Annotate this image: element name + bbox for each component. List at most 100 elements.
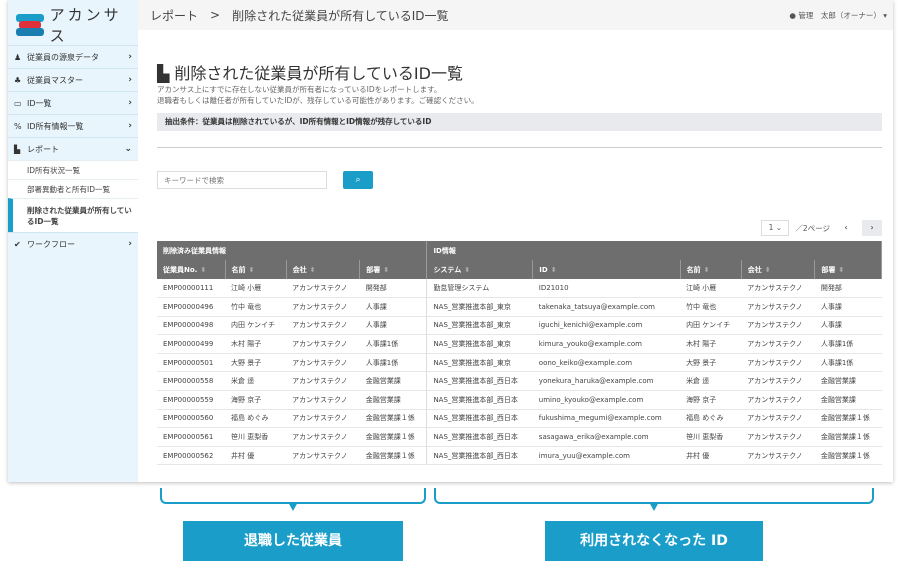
table-cell: 人事課 bbox=[814, 297, 882, 317]
table-cell: 福島 めぐみ bbox=[225, 409, 287, 429]
user-menu[interactable]: ● 管理 太郎（オーナー） ▾ bbox=[789, 10, 887, 21]
table-cell: NAS_営業推進本部_東京 bbox=[426, 353, 533, 373]
link-icon: % bbox=[14, 121, 22, 131]
sort-icon: ⬍ bbox=[383, 265, 390, 274]
nav-label: レポート bbox=[27, 144, 59, 154]
sidebar: アカンサス ♟ 従業員の源泉データ › ♣ 従業員マスター › ▭ ID一覧 ›% ID所有情報一… bbox=[8, 0, 138, 482]
sort-icon: ⬍ bbox=[838, 265, 845, 274]
chevron-icon: ⌄ bbox=[124, 144, 132, 154]
sort-icon: ⬍ bbox=[200, 265, 207, 274]
table-cell: 井村 優 bbox=[680, 446, 742, 466]
table-cell: iguchi_kenichi@example.com bbox=[532, 316, 681, 336]
column-header[interactable]: 部署 ⬍ bbox=[814, 260, 882, 279]
table-cell: EMP00000499 bbox=[157, 334, 226, 354]
table-cell: アカンサステクノ bbox=[741, 334, 815, 354]
table-row[interactable]: EMP00000561 笹川 恵梨香 アカンサステクノ 金融営業課１係 NAS_営業推進… bbox=[157, 427, 882, 447]
table-cell: 金融営業課 bbox=[359, 390, 428, 410]
table-cell: アカンサステクノ bbox=[741, 316, 815, 336]
column-header[interactable]: 部署 ⬍ bbox=[359, 260, 428, 279]
table-cell: アカンサステクノ bbox=[286, 353, 360, 373]
nav-label: ワークフロー bbox=[27, 239, 75, 249]
callout-unused-id: 利用されなくなった ID bbox=[545, 521, 763, 561]
search-input[interactable] bbox=[157, 171, 327, 189]
sidebar-item[interactable]: ♣ 従業員マスター › bbox=[8, 68, 138, 91]
table-cell: 金融営業課１係 bbox=[359, 427, 428, 447]
column-header[interactable]: 名前 ⬍ bbox=[680, 260, 742, 279]
caret-down-icon: ▾ bbox=[883, 11, 887, 20]
sidebar-item[interactable]: ▭ ID一覧 › bbox=[8, 91, 138, 114]
prev-page-button[interactable]: ‹ bbox=[836, 220, 856, 236]
sort-icon: ⬍ bbox=[464, 265, 471, 274]
table-cell: 人事課1係 bbox=[814, 353, 882, 373]
page-title: ▙ 削除された従業員が所有しているID一覧 bbox=[157, 60, 463, 84]
table-cell: EMP00000558 bbox=[157, 371, 226, 392]
column-header[interactable]: 会社 ⬍ bbox=[741, 260, 816, 279]
table-cell: アカンサステクノ bbox=[286, 297, 360, 317]
table-cell: imura_yuu@example.com bbox=[532, 446, 681, 466]
table-row[interactable]: EMP00000498 内田 ケンイチ アカンサステクノ 人事課 NAS_営業推進本部_… bbox=[157, 316, 882, 336]
table-row[interactable]: EMP00000560 福島 めぐみ アカンサステクノ 金融営業課１係 NAS_営業推進… bbox=[157, 409, 882, 429]
breadcrumb-parent[interactable]: レポート bbox=[150, 7, 198, 24]
sidebar-subitem[interactable]: ID所有状況一覧 bbox=[8, 160, 138, 179]
logo[interactable]: アカンサス bbox=[16, 4, 138, 46]
page-select[interactable]: 1 ⌄ bbox=[761, 220, 790, 236]
sidebar-item-workflow[interactable]: ✔ ワークフロー › bbox=[8, 232, 138, 255]
column-header[interactable]: 従業員No. ⬍ bbox=[157, 260, 226, 279]
page-description: アカンサス上にすでに存在しない従業員が所有者になっているIDをレポートします。退… bbox=[157, 84, 479, 106]
sidebar-item[interactable]: % ID所有情報一覧 › bbox=[8, 114, 138, 137]
table-cell: EMP00000111 bbox=[157, 279, 226, 299]
table-cell: アカンサステクノ bbox=[741, 371, 815, 392]
search-button[interactable]: ⌕ bbox=[343, 171, 373, 189]
table-cell: 江崎 小雁 bbox=[225, 279, 287, 299]
table-cell: 開発部 bbox=[814, 279, 882, 299]
table-cell: 米倉 遥 bbox=[680, 371, 742, 392]
column-label: システム bbox=[433, 265, 462, 274]
table-row[interactable]: EMP00000559 海野 京子 アカンサステクノ 金融営業課 NAS_営業推進本部_… bbox=[157, 390, 882, 410]
table-cell: 人事課1係 bbox=[359, 334, 428, 354]
column-header[interactable]: システム ⬍ bbox=[426, 260, 534, 279]
table-row[interactable]: EMP00000499 木村 陽子 アカンサステクノ 人事課1係 NAS_営業推進本部_… bbox=[157, 334, 882, 354]
table-cell: アカンサステクノ bbox=[286, 371, 360, 392]
next-page-button[interactable]: › bbox=[862, 220, 882, 236]
chevron-icon: › bbox=[128, 75, 132, 85]
sidebar-item[interactable]: ♟ 従業員の源泉データ › bbox=[8, 45, 138, 68]
sidebar-subitem[interactable]: 削除された従業員が所有しているID一覧 bbox=[8, 198, 138, 232]
table-cell: アカンサステクノ bbox=[286, 279, 360, 299]
table-cell: アカンサステクノ bbox=[741, 353, 815, 373]
table-cell: NAS_営業推進本部_西日本 bbox=[426, 427, 533, 447]
breadcrumb-separator: > bbox=[210, 8, 221, 22]
table-cell: EMP00000562 bbox=[157, 446, 226, 466]
table-cell: 内田 ケンイチ bbox=[680, 316, 742, 336]
table-row[interactable]: EMP00000558 米倉 遥アカンサステクノ 金融営業課 NAS_営業推進本部_西… bbox=[157, 371, 882, 392]
table-cell: 金融営業課１係 bbox=[814, 446, 882, 466]
table-cell: アカンサステクノ bbox=[286, 390, 360, 410]
id-card-icon: ▭ bbox=[14, 98, 22, 108]
column-header[interactable]: 名前 ⬍ bbox=[225, 260, 287, 279]
logo-icon bbox=[16, 14, 44, 36]
table-cell: アカンサステクノ bbox=[286, 334, 360, 354]
chevron-icon: › bbox=[128, 121, 132, 131]
nav-label: ID一覧 bbox=[27, 98, 52, 108]
page-total: ／2ページ bbox=[795, 223, 830, 233]
column-label: 会社 bbox=[747, 265, 762, 274]
table-row[interactable]: EMP00000562 井村 優アカンサステクノ 金融営業課１係 NAS_営業推進本部… bbox=[157, 446, 882, 466]
table-cell: takenaka_tatsuya@example.com bbox=[532, 297, 681, 317]
table-cell: 福島 めぐみ bbox=[680, 409, 742, 429]
table-cell: EMP00000559 bbox=[157, 390, 226, 410]
desc-line: 退職者もしくは離任者が所有していたIDが、残存している可能性があります。ご確認く… bbox=[157, 96, 479, 105]
table-row[interactable]: EMP00000111 江崎 小雁 アカンサステクノ 開発部 勤怠管理システム ID210… bbox=[157, 279, 882, 299]
page-title-text: 削除された従業員が所有しているID一覧 bbox=[174, 64, 463, 83]
sidebar-subitem[interactable]: 部署異動者と所有ID一覧 bbox=[8, 179, 138, 198]
sidebar-nav: ♟ 従業員の源泉データ › ♣ 従業員マスター › ▭ ID一覧 ›% ID所有情報一覧 › ▙ レポー… bbox=[8, 45, 138, 255]
table-cell: 人事課 bbox=[814, 316, 882, 336]
chevron-icon: › bbox=[128, 52, 132, 62]
column-label: 部署 bbox=[366, 265, 381, 274]
sidebar-item[interactable]: ▙ レポート ⌄ bbox=[8, 137, 138, 160]
table-cell: 勤怠管理システム bbox=[426, 279, 533, 299]
nav-label: ID所有情報一覧 bbox=[27, 121, 84, 131]
table-row[interactable]: EMP00000496 竹中 竜也 アカンサステクノ 人事課 NAS_営業推進本部_東京… bbox=[157, 297, 882, 317]
sort-icon: ⬍ bbox=[550, 265, 557, 274]
table-row[interactable]: EMP00000501 大野 景子 アカンサステクノ 人事課1係 NAS_営業推進本部_… bbox=[157, 353, 882, 373]
column-header[interactable]: 会社 ⬍ bbox=[286, 260, 361, 279]
column-header[interactable]: ID ⬍ bbox=[532, 260, 681, 279]
